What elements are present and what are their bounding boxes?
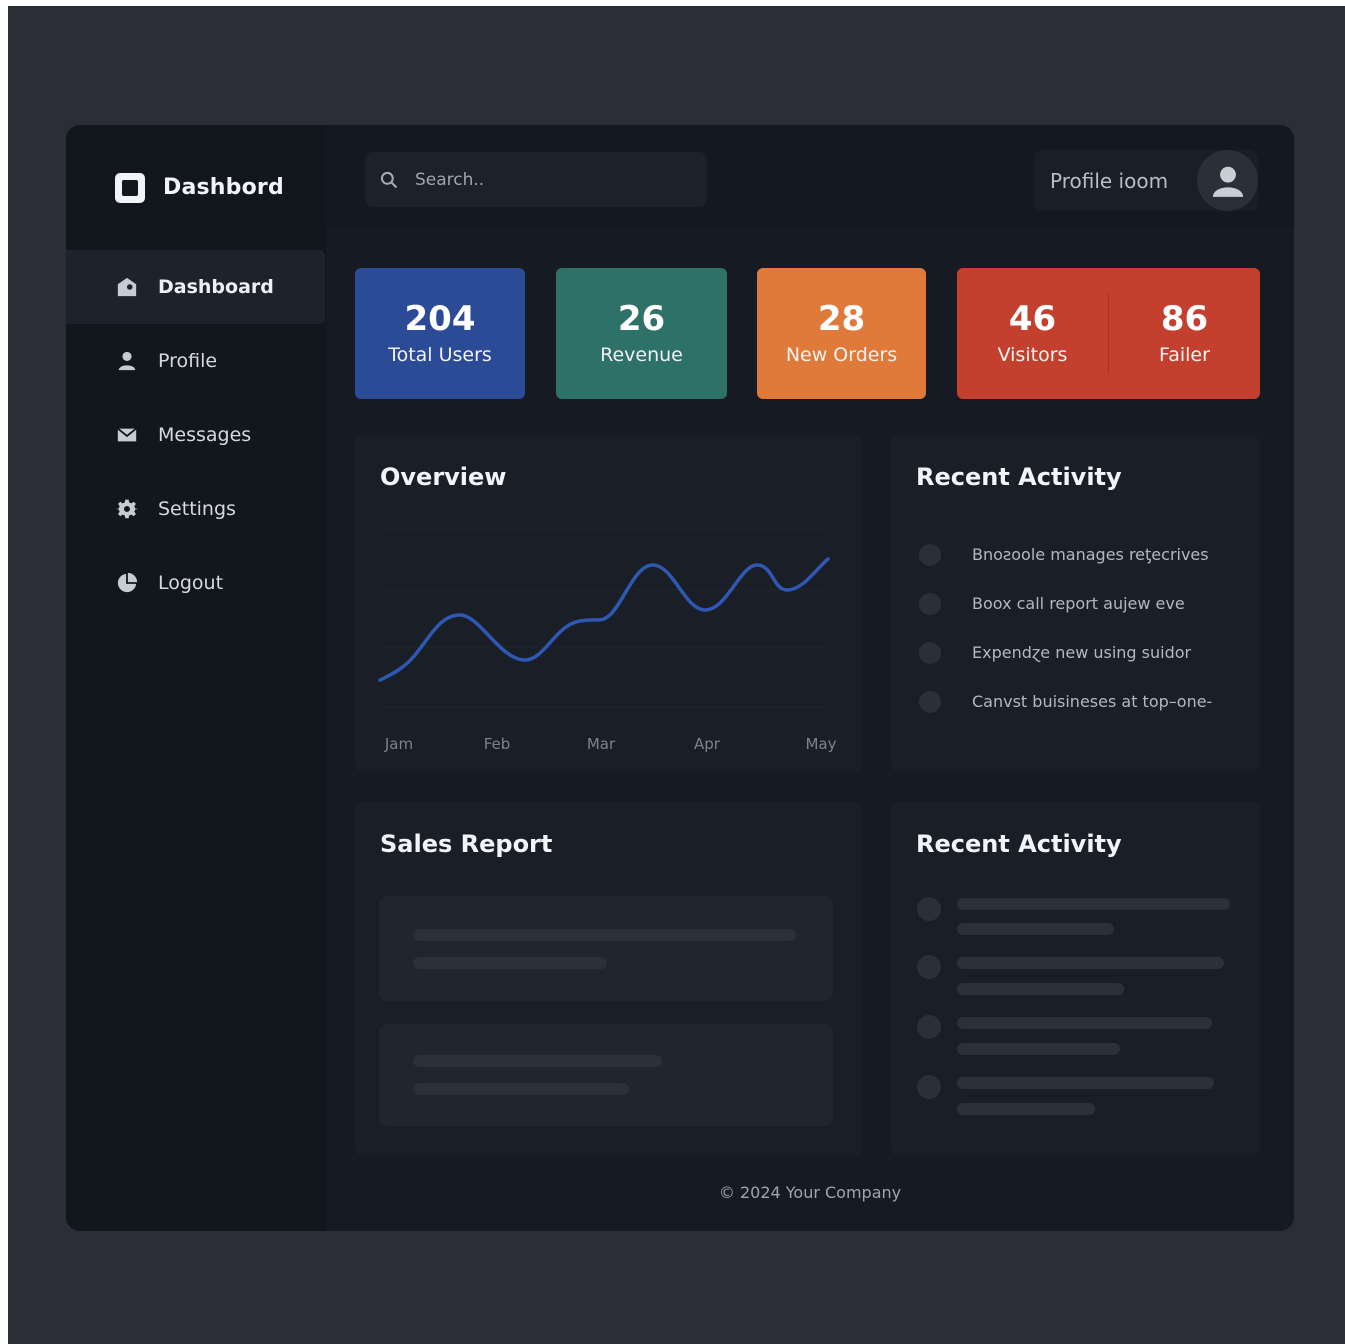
sidebar: Dashbord Dashboard Profile Messages Sett… <box>66 125 326 1231</box>
overview-panel: Jam Feb Mar Apr May Overview <box>355 435 862 772</box>
skeleton-line <box>413 1083 629 1095</box>
sales-report-title: Sales Report <box>380 830 553 858</box>
x-axis-labels: Jam Feb Mar Apr May <box>384 735 837 753</box>
x-axis-label: May <box>805 735 836 753</box>
skeleton-dot <box>917 897 941 921</box>
list-item[interactable]: Boox call report aujew eve <box>919 579 1212 628</box>
stat-card-new-orders[interactable]: 28 New Orders <box>757 268 926 399</box>
footer-text: © 2024 Your Company <box>718 1183 902 1202</box>
stat-cards: 204 Total Users 26 Revenue 28 New Orders… <box>355 268 1260 399</box>
sidebar-item-label: Dashboard <box>158 276 274 298</box>
envelope-icon <box>115 423 139 447</box>
list-item[interactable]: Expendɀe new using suidor <box>919 628 1212 677</box>
x-axis-label: Feb <box>484 735 511 753</box>
sidebar-item-label: Messages <box>158 424 252 446</box>
skeleton-line <box>957 957 1224 969</box>
activity-dot <box>919 592 941 615</box>
stat-value: 86 <box>1160 298 1209 339</box>
skeleton-line <box>413 957 607 969</box>
sidebar-item-profile[interactable]: Profile <box>66 324 326 398</box>
recent-activity-title: Recent Activity <box>916 463 1122 491</box>
stat-value: 204 <box>404 298 476 339</box>
stat-failer: 86 Failer <box>1109 268 1260 399</box>
home-icon <box>115 275 139 299</box>
stat-card-visitors-failer[interactable]: 46 Visitors 86 Failer <box>957 268 1260 399</box>
activity-dot <box>919 641 941 664</box>
stat-value: 28 <box>817 298 866 339</box>
activity-dot <box>919 543 941 566</box>
activity-list: Bnoƨoole manages reƫecrives Boox call re… <box>919 530 1212 726</box>
brand[interactable]: Dashbord <box>66 125 326 250</box>
gear-icon <box>115 497 139 521</box>
sidebar-item-label: Profile <box>158 350 218 372</box>
search-box[interactable] <box>365 152 707 207</box>
recent-activity-panel-2: Recent Activity <box>891 802 1260 1156</box>
search-input[interactable] <box>415 169 675 190</box>
skeleton-line <box>957 1077 1214 1089</box>
list-item[interactable]: Bnoƨoole manages reƫecrives <box>919 530 1212 579</box>
x-axis-label: Mar <box>587 735 616 753</box>
skeleton-line <box>413 929 796 941</box>
pie-icon <box>115 571 139 595</box>
activity-text: Canvst buisineses at top–one- <box>972 692 1213 711</box>
skeleton-line <box>957 898 1230 910</box>
stat-label: New Orders <box>785 344 898 367</box>
x-axis-label: Jam <box>384 735 413 753</box>
sidebar-nav: Dashboard Profile Messages Settings Logo… <box>66 250 326 620</box>
stat-label: Visitors <box>997 344 1068 367</box>
profile-name: Profile ioom <box>1050 168 1169 193</box>
sidebar-item-label: Logout <box>158 572 224 594</box>
recent-activity-title: Recent Activity <box>916 830 1122 858</box>
skeleton-line <box>413 1055 662 1067</box>
x-axis-label: Apr <box>694 735 721 753</box>
sidebar-item-logout[interactable]: Logout <box>66 546 326 620</box>
square-logo-icon <box>115 172 145 203</box>
activity-text: Bnoƨoole manages reƫecrives <box>972 545 1209 564</box>
sidebar-item-settings[interactable]: Settings <box>66 472 326 546</box>
skeleton-line <box>957 1017 1212 1029</box>
stat-value: 26 <box>617 298 666 339</box>
avatar[interactable] <box>1197 150 1258 211</box>
list-item[interactable]: Canvst buisineses at top–one- <box>919 677 1212 726</box>
user-icon <box>115 349 139 373</box>
search-icon <box>380 171 398 188</box>
stat-label: Revenue <box>600 344 683 367</box>
skeleton-line <box>957 1103 1095 1115</box>
skeleton-card <box>379 1024 833 1126</box>
skeleton-line <box>957 1043 1120 1055</box>
stat-card-total-users[interactable]: 204 Total Users <box>355 268 525 399</box>
main-content: Profile ioom 204 Total Users 26 Revenue … <box>326 125 1294 1231</box>
overview-line <box>378 557 830 682</box>
skeleton-dot <box>917 955 941 979</box>
recent-activity-panel: Recent Activity Bnoƨoole manages reƫecri… <box>891 435 1260 772</box>
skeleton-card <box>379 896 833 1001</box>
sidebar-item-dashboard[interactable]: Dashboard <box>66 250 325 324</box>
brand-title: Dashbord <box>163 175 284 200</box>
skeleton-line <box>957 983 1124 995</box>
dashboard-window: Dashbord Dashboard Profile Messages Sett… <box>66 125 1294 1231</box>
profile-menu[interactable]: Profile ioom <box>1034 150 1258 211</box>
sidebar-item-label: Settings <box>158 498 236 520</box>
topbar: Profile ioom <box>326 125 1294 228</box>
stat-value: 46 <box>1008 298 1057 339</box>
skeleton-dot <box>917 1075 941 1099</box>
stat-card-revenue[interactable]: 26 Revenue <box>556 268 727 399</box>
stat-label: Failer <box>1159 344 1210 367</box>
stat-label: Total Users <box>388 344 492 367</box>
stat-visitors: 46 Visitors <box>957 268 1108 399</box>
sidebar-item-messages[interactable]: Messages <box>66 398 326 472</box>
sales-report-panel: Sales Report <box>355 802 862 1156</box>
user-avatar-icon <box>1212 166 1243 197</box>
footer: © 2024 Your Company <box>326 1183 1294 1202</box>
activity-text: Expendɀe new using suidor <box>972 643 1192 662</box>
overview-title: Overview <box>380 463 507 491</box>
activity-dot <box>919 690 941 713</box>
activity-text: Boox call report aujew eve <box>972 594 1185 613</box>
skeleton-dot <box>917 1015 941 1039</box>
skeleton-line <box>957 923 1114 935</box>
